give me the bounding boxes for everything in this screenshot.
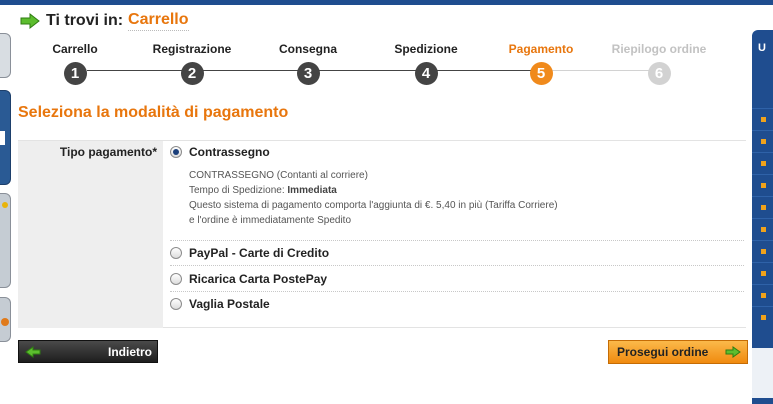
green-arrow-right-icon: [20, 13, 40, 29]
continue-order-button[interactable]: Prosegui ordine: [608, 340, 748, 364]
step-carrello[interactable]: Carrello 1: [20, 42, 130, 85]
step-number: 5: [529, 62, 553, 85]
step-label: Spedizione: [394, 42, 458, 56]
right-panel-item[interactable]: [752, 262, 773, 284]
divider: [170, 265, 744, 266]
step-label: Pagamento: [508, 42, 574, 56]
right-panel-item[interactable]: [752, 196, 773, 218]
right-side-panel: U: [752, 30, 773, 404]
step-number: 6: [647, 62, 671, 85]
payment-option-label[interactable]: Vaglia Postale: [189, 297, 270, 311]
divider: [170, 291, 744, 292]
divider: [170, 240, 744, 241]
radio-button-checked[interactable]: [170, 146, 182, 158]
description-line: CONTRASSEGNO (Contanti al corriere): [189, 170, 368, 181]
right-panel-item[interactable]: [752, 174, 773, 196]
breadcrumb: Ti trovi in: Carrello: [20, 10, 189, 32]
right-panel-item[interactable]: [752, 108, 773, 130]
payment-type-label: Tipo pagamento*: [59, 145, 157, 159]
payment-form: Tipo pagamento* Contrassegno CONTRASSEGN…: [18, 140, 746, 328]
payment-option-postepay[interactable]: Ricarica Carta PostePay: [170, 272, 327, 286]
step-number: 2: [180, 62, 204, 85]
top-header-strip: [0, 0, 773, 5]
right-panel-item[interactable]: [752, 130, 773, 152]
payment-option-label[interactable]: PayPal - Carte di Credito: [189, 246, 329, 260]
payment-option-contrassegno[interactable]: Contrassegno: [170, 145, 270, 159]
payment-description: CONTRASSEGNO (Contanti al corriere) Temp…: [189, 168, 558, 228]
left-widget-1[interactable]: [0, 33, 11, 78]
description-line: Tempo di Spedizione: Immediata: [189, 185, 337, 196]
shipping-time-value: Immediata: [287, 185, 337, 196]
payment-option-vaglia-postale[interactable]: Vaglia Postale: [170, 297, 270, 311]
right-panel-header: U: [758, 42, 766, 54]
step-pagamento: Pagamento 5: [486, 42, 596, 85]
left-widget-3[interactable]: [0, 193, 11, 288]
back-button[interactable]: Indietro: [18, 340, 158, 363]
right-panel-item[interactable]: [752, 240, 773, 262]
payment-option-paypal[interactable]: PayPal - Carte di Credito: [170, 246, 329, 260]
left-widget-2[interactable]: [0, 90, 11, 185]
description-line: Questo sistema di pagamento comporta l'a…: [189, 200, 558, 211]
right-panel-footer: [752, 348, 773, 398]
left-widget-4[interactable]: [0, 297, 11, 342]
description-line: e l'ordine è immediatamente Spedito: [189, 215, 352, 226]
breadcrumb-label: Ti trovi in:: [46, 12, 124, 29]
section-title: Seleziona la modalità di pagamento: [18, 104, 289, 121]
step-registrazione[interactable]: Registrazione 2: [137, 42, 247, 85]
step-spedizione[interactable]: Spedizione 4: [371, 42, 481, 85]
radio-button[interactable]: [170, 298, 182, 310]
step-number: 4: [414, 62, 438, 85]
right-panel-item[interactable]: [752, 152, 773, 174]
payment-option-label[interactable]: Ricarica Carta PostePay: [189, 272, 327, 286]
payment-option-label[interactable]: Contrassegno: [189, 145, 270, 159]
step-number: 1: [63, 62, 87, 85]
step-label: Consegna: [278, 42, 337, 56]
step-label: Registrazione: [152, 42, 232, 56]
step-number: 3: [296, 62, 320, 85]
radio-button[interactable]: [170, 247, 182, 259]
back-button-label: Indietro: [108, 344, 152, 359]
right-panel-list: [752, 108, 773, 328]
green-arrow-right-icon: [725, 346, 741, 358]
continue-button-label: Prosegui ordine: [617, 345, 709, 359]
left-side-widgets: [0, 5, 12, 404]
right-panel-item[interactable]: [752, 284, 773, 306]
form-label-column: Tipo pagamento*: [18, 141, 163, 328]
green-arrow-left-icon: [25, 345, 41, 358]
radio-button[interactable]: [170, 273, 182, 285]
step-riepilogo-ordine: Riepilogo ordine 6: [604, 42, 714, 85]
step-label: Riepilogo ordine: [611, 42, 707, 56]
right-panel-item[interactable]: [752, 218, 773, 240]
right-panel-item[interactable]: [752, 306, 773, 328]
checkout-steps: Carrello 1 Registrazione 2 Consegna 3 Sp…: [30, 42, 730, 87]
step-consegna[interactable]: Consegna 3: [253, 42, 363, 85]
step-label: Carrello: [52, 42, 98, 56]
breadcrumb-current-link[interactable]: Carrello: [128, 11, 189, 31]
